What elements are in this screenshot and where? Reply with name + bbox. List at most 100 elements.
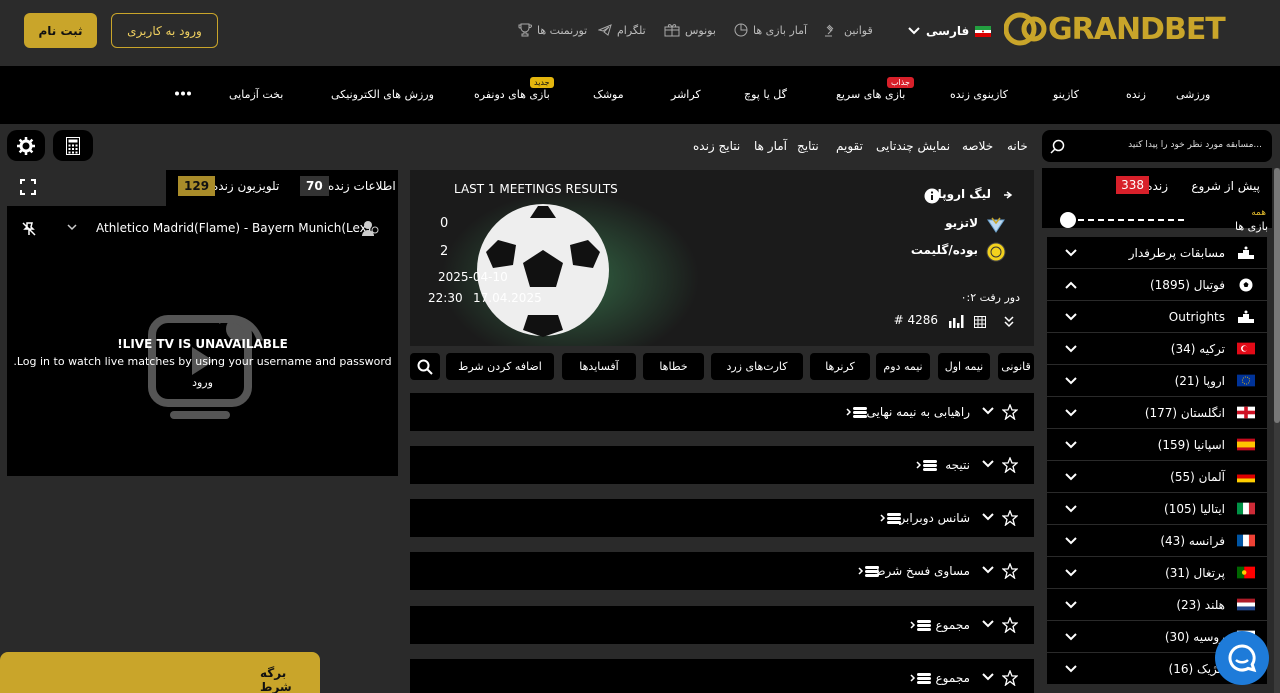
double-chevron-down-icon[interactable] — [1004, 316, 1014, 328]
search-icon — [417, 359, 433, 375]
star-icon[interactable] — [1002, 617, 1018, 633]
team1-name: لاتزیو — [945, 216, 978, 230]
market-semifinal-qualification[interactable]: راهیابی به نیمه نهایی — [410, 393, 1034, 431]
tab-second-half[interactable]: نیمه دوم — [876, 353, 930, 380]
sidebar-item-spain[interactable]: اسپانیا (159) — [1047, 429, 1267, 460]
chevron-down-icon — [1065, 248, 1077, 257]
tab-offsides[interactable]: آفسایدها — [562, 353, 636, 380]
category-rocket[interactable]: موشک — [593, 88, 624, 101]
market-result[interactable]: نتیجه — [410, 446, 1034, 484]
tab-live-info[interactable]: اطلاعات زنده — [328, 179, 396, 193]
all-games-line2[interactable]: بازی ها — [1235, 220, 1268, 233]
sidebar-item-turkey[interactable]: ترکیه (34) — [1047, 333, 1267, 364]
category-sports[interactable]: ورزشی — [1176, 88, 1210, 101]
chevron-down-icon — [1065, 344, 1077, 353]
nav-tournaments[interactable]: تورنمنت ها — [518, 23, 587, 37]
search-box[interactable]: مسابقه مورد نظر خود را پیدا کنید... — [1042, 130, 1272, 162]
sidebar-item-europe[interactable]: اروپا (21) — [1047, 365, 1267, 396]
breadcrumb-statistics[interactable]: آمار ها — [754, 139, 787, 153]
tab-first-half[interactable]: نیمه اول — [938, 353, 990, 380]
sidebar-item-outrights[interactable]: Outrights — [1047, 301, 1267, 332]
breadcrumb-results[interactable]: نتایج — [797, 139, 819, 153]
nav-rules[interactable]: قوانین — [824, 23, 873, 37]
chevron-up-icon — [1065, 281, 1077, 289]
sidebar-item-england[interactable]: انگلستان (177) — [1047, 397, 1267, 428]
search-icon[interactable] — [1050, 139, 1065, 154]
sidebar-scrollbar-thumb[interactable] — [1274, 168, 1280, 423]
info-icon[interactable] — [924, 188, 940, 204]
category-fast-games[interactable]: بازی های سریع — [836, 88, 905, 101]
chevron-down-icon[interactable] — [982, 673, 994, 681]
chevron-down-icon[interactable] — [982, 407, 994, 415]
language-selector[interactable]: فارسی — [908, 24, 992, 38]
tab-add-bet[interactable]: اضافه کردن شرط — [446, 353, 554, 380]
chevron-down-icon[interactable] — [67, 224, 77, 231]
category-live-casino[interactable]: کازینوی زنده — [950, 88, 1008, 101]
tab-corners[interactable]: کرنرها — [810, 353, 870, 380]
sidebar-item-football[interactable]: فوتبال (1895) — [1047, 269, 1267, 300]
prematch-tab[interactable]: پیش از شروع — [1191, 179, 1260, 193]
category-goal-or-nothing[interactable]: گل یا پوچ — [744, 88, 787, 101]
category-lottery[interactable]: بخت آزمایی — [229, 88, 283, 101]
bar-chart-icon[interactable] — [948, 315, 964, 328]
arrow-right-icon[interactable] — [1003, 190, 1013, 200]
chevron-down-icon[interactable] — [982, 620, 994, 628]
sidebar-item-germany[interactable]: آلمان (55) — [1047, 461, 1267, 492]
sidebar-item-popular[interactable]: مسابقات پرطرفدار — [1047, 237, 1267, 268]
category-esports[interactable]: ورزش های الکترونیکی — [331, 88, 434, 101]
search-input[interactable]: مسابقه مورد نظر خود را پیدا کنید... — [1128, 140, 1262, 150]
breadcrumb-calendar[interactable]: تقویم — [836, 139, 863, 153]
grandbet-logo[interactable]: GRANDBET — [1004, 10, 1226, 48]
nav-bonus[interactable]: بونوس — [664, 23, 716, 37]
calculator-button[interactable] — [53, 130, 93, 161]
nav-telegram[interactable]: تلگرام — [598, 23, 646, 37]
fullscreen-icon[interactable] — [20, 179, 36, 195]
category-live[interactable]: زنده — [1126, 88, 1146, 101]
breadcrumb-multiview[interactable]: نمایش چندتایی — [876, 139, 950, 153]
tab-fouls[interactable]: خطاها — [643, 353, 704, 380]
betslip-bar[interactable]: برگه شرط — [0, 652, 320, 693]
tab-main[interactable]: قانونی — [998, 353, 1034, 380]
unpin-icon[interactable] — [21, 221, 37, 237]
settings-button[interactable] — [7, 130, 45, 161]
market-total-2[interactable]: مجموع — [410, 659, 1034, 693]
market-search-button[interactable] — [410, 353, 440, 380]
sidebar-item-label: اروپا (21) — [1174, 373, 1225, 388]
tv-login-button[interactable]: ورود — [7, 376, 398, 389]
star-icon[interactable] — [1002, 670, 1018, 686]
chevron-down-icon[interactable] — [982, 513, 994, 521]
chat-button[interactable] — [1215, 631, 1269, 685]
market-double-chance[interactable]: شانس دوبرابر — [410, 499, 1034, 537]
time-slider-track[interactable] — [1068, 219, 1184, 221]
chevron-down-icon[interactable] — [982, 460, 994, 468]
table-icon[interactable] — [974, 316, 986, 328]
sidebar-item-italy[interactable]: ایتالیا (105) — [1047, 493, 1267, 524]
breadcrumb-summary[interactable]: خلاصه — [962, 139, 993, 153]
login-button[interactable]: ورود به کاربری — [111, 13, 218, 48]
tab-yellow-cards[interactable]: کارت‌های زرد — [711, 353, 803, 380]
breadcrumb-home[interactable]: خانه — [1007, 139, 1028, 153]
star-icon[interactable] — [1002, 457, 1018, 473]
league-name[interactable]: لیگ اروپا — [938, 187, 991, 201]
nav-stats[interactable]: آمار بازی ها — [734, 23, 807, 37]
more-menu-icon[interactable] — [175, 91, 191, 96]
time-slider-handle[interactable] — [1060, 212, 1076, 228]
register-button[interactable]: ثبت نام — [24, 13, 97, 48]
star-icon[interactable] — [1002, 510, 1018, 526]
sidebar-item-france[interactable]: فرانسه (43) — [1047, 525, 1267, 556]
market-total[interactable]: مجموع — [410, 606, 1034, 644]
category-casino[interactable]: کازینو — [1053, 88, 1079, 101]
category-two-player[interactable]: بازی های دونفره — [474, 88, 550, 101]
breadcrumb-live-results[interactable]: نتایج زنده — [693, 139, 740, 153]
sidebar-item-portugal[interactable]: پرتغال (31) — [1047, 557, 1267, 588]
leg-info: دور رفت ۰:۲ — [960, 291, 1020, 304]
stadium-icon — [361, 219, 379, 237]
star-icon[interactable] — [1002, 563, 1018, 579]
tab-live-tv[interactable]: تلویزیون زنده — [212, 179, 279, 193]
live-tab[interactable]: زنده — [1146, 179, 1168, 193]
chevron-down-icon[interactable] — [982, 566, 994, 574]
star-icon[interactable] — [1002, 404, 1018, 420]
sidebar-item-netherlands[interactable]: هلند (23) — [1047, 589, 1267, 620]
market-draw-no-bet[interactable]: مساوی فسخ شرط — [410, 552, 1034, 590]
category-crasher[interactable]: کراشر — [671, 88, 701, 101]
